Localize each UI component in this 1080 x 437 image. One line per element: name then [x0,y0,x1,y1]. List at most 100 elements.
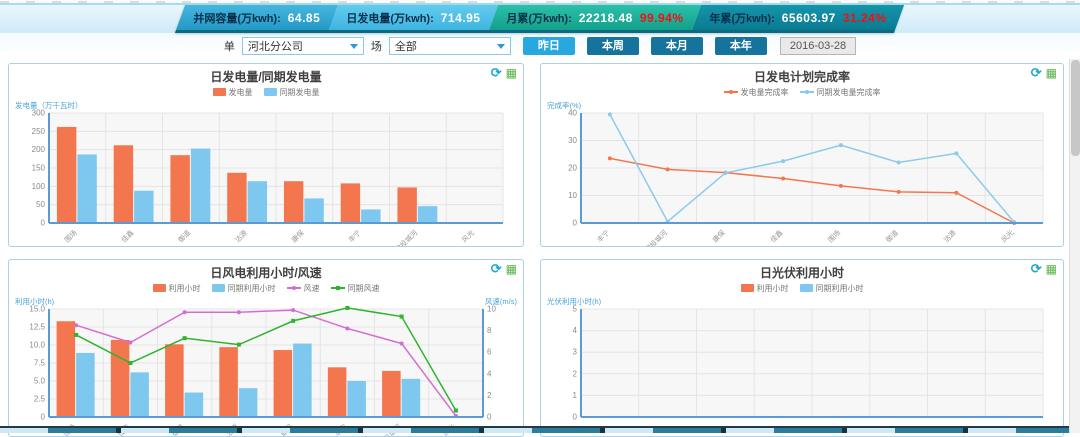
svg-text:4: 4 [573,326,578,335]
legend-item[interactable]: 利用小时 [741,283,789,294]
legend-item[interactable]: 同期利用小时 [800,283,864,294]
export-icon[interactable]: ▦ [506,67,517,79]
svg-text:建投城河: 建投城河 [393,228,419,247]
svg-text:完成率(%): 完成率(%) [547,100,582,110]
refresh-icon[interactable]: ⟳ [1031,66,1042,79]
chart-legend: 利用小时同期利用小时 [541,282,1063,294]
panel-title: 日光伏利用小时 [541,260,1063,281]
svg-text:光伏利用小时(h): 光伏利用小时(h) [547,296,602,306]
kpi-daily-generation: 日发电量(万kwh): 714.95 [329,5,498,30]
svg-text:利用小时(h): 利用小时(h) [15,296,55,306]
legend-item[interactable]: 同期风速 [331,283,380,294]
refresh-icon[interactable]: ⟳ [1031,262,1042,275]
chevron-down-icon [497,44,505,49]
station-filter-label: 场 [371,38,382,54]
chart-canvas-line: 010203040丰宁建投城河康保佳鑫围场御道沽源风光完成率(%) [545,99,1059,247]
legend-item[interactable]: 风速 [287,283,320,294]
chart-panel-daily-generation: ⟳ ▦ 日发电量/同期发电量 发电量同期发电量 0501001502002503… [8,63,524,247]
kpi-grid-capacity: 并网容量(万kwh): 64.85 [176,5,338,30]
cropped-next-row [0,426,1080,433]
legend-item[interactable]: 发电量 [213,87,253,98]
stat-label: 日发电量(万kwh): [347,10,434,26]
svg-text:0: 0 [41,413,46,422]
stat-value: 65603.97 [782,11,836,25]
svg-text:沽源: 沽源 [942,228,958,244]
refresh-icon[interactable]: ⟳ [491,262,502,275]
svg-text:风光: 风光 [999,228,1015,244]
legend-item[interactable]: 利用小时 [153,283,201,294]
panel-title: 日发电量/同期发电量 [9,64,523,85]
kpi-trapezoid: 并网容量(万kwh): 64.85 日发电量(万kwh): 714.95 月累(… [175,5,905,33]
svg-text:康保: 康保 [711,228,727,244]
svg-text:丰宁: 丰宁 [595,228,611,244]
export-icon[interactable]: ▦ [1046,263,1057,275]
stat-value: 714.95 [441,11,481,25]
svg-text:建投城河: 建投城河 [643,228,669,247]
stat-label: 月累(万kwh): [507,10,572,26]
svg-text:250: 250 [32,127,46,136]
export-icon[interactable]: ▦ [1046,67,1057,79]
svg-text:7.5: 7.5 [34,359,46,368]
svg-text:2: 2 [573,369,578,378]
period-button-yesterday[interactable]: 昨日 [523,37,575,55]
svg-text:2.5: 2.5 [34,395,46,404]
chart-panel-wind-hours-speed: ⟳ ▦ 日风电利用小时/风速 利用小时同期利用小时风速同期风速 0 2.5 5.0 7… [8,259,524,437]
kpi-year-total: 年累(万kwh): 65603.97 31.24% [692,5,904,30]
chart-panel-plan-completion: ⟳ ▦ 日发电计划完成率 发电量完成率同期发电量完成率 010203040丰宁建… [540,63,1064,247]
svg-text:围场: 围场 [63,228,79,244]
svg-text:20: 20 [568,164,577,173]
svg-text:0: 0 [41,219,46,228]
company-select[interactable]: 河北分公司 [242,37,364,55]
station-select-value: 全部 [395,38,417,54]
svg-text:5.0: 5.0 [34,377,46,386]
legend-item[interactable]: 同期发电量完成率 [800,87,881,98]
svg-text:12.5: 12.5 [29,323,45,332]
svg-text:200: 200 [32,145,46,154]
vertical-scrollbar[interactable] [1069,59,1080,433]
svg-text:风速(m/s): 风速(m/s) [485,297,518,306]
charts-grid: ⟳ ▦ 日发电量/同期发电量 发电量同期发电量 0501001502002503… [0,59,1080,437]
chart-canvas-combo: 02.55.07.510.012.515.00246810围场佳鑫御道沽源康保丰… [13,295,519,437]
unit-filter-label: 单 [224,38,235,54]
svg-text:100: 100 [32,182,46,191]
panel-title: 日发电计划完成率 [541,64,1063,85]
chevron-down-icon [350,44,358,49]
company-select-value: 河北分公司 [248,38,303,54]
svg-text:御道: 御道 [176,228,192,244]
chart-legend: 利用小时同期利用小时风速同期风速 [9,282,523,294]
svg-text:2: 2 [487,391,492,400]
legend-item[interactable]: 同期利用小时 [212,283,276,294]
svg-text:8: 8 [487,326,492,335]
stat-value: 22218.48 [579,11,633,25]
panel-title: 日风电利用小时/风速 [9,260,523,281]
period-button-this-month[interactable]: 本月 [651,37,703,55]
svg-text:围场: 围场 [826,228,842,244]
scrollbar-thumb[interactable] [1071,60,1080,156]
svg-text:3: 3 [573,348,578,357]
stat-label: 并网容量(万kwh): [194,10,281,26]
legend-item[interactable]: 发电量完成率 [724,87,789,98]
kpi-month-total: 月累(万kwh): 22218.48 99.94% [489,5,701,30]
date-picker-field[interactable]: 2016-03-28 [780,37,856,55]
svg-text:10: 10 [568,191,577,200]
svg-text:沽源: 沽源 [233,228,249,244]
stat-percent: 31.24% [843,11,887,25]
period-button-this-year[interactable]: 本年 [715,37,767,55]
chart-panel-solar-hours: ⟳ ▦ 日光伏利用小时 利用小时同期利用小时 012345光伏利用小时(h) [540,259,1064,437]
svg-text:150: 150 [32,164,46,173]
legend-item[interactable]: 同期发电量 [264,87,320,98]
stat-value: 64.85 [288,11,321,25]
export-icon[interactable]: ▦ [506,263,517,275]
chart-canvas-bar: 050100150200250300围场佳鑫御道沽源康保丰宁建投城河风光发电量（… [13,99,519,247]
svg-text:50: 50 [36,200,45,209]
svg-text:10.0: 10.0 [29,341,45,350]
period-button-this-week[interactable]: 本周 [587,37,639,55]
refresh-icon[interactable]: ⟳ [491,66,502,79]
svg-text:丰宁: 丰宁 [346,228,362,244]
chart-legend: 发电量同期发电量 [9,86,523,98]
svg-text:0: 0 [487,413,492,422]
svg-text:6: 6 [487,348,492,357]
station-select[interactable]: 全部 [389,37,511,55]
stat-percent: 99.94% [640,11,684,25]
svg-text:御道: 御道 [884,228,900,244]
